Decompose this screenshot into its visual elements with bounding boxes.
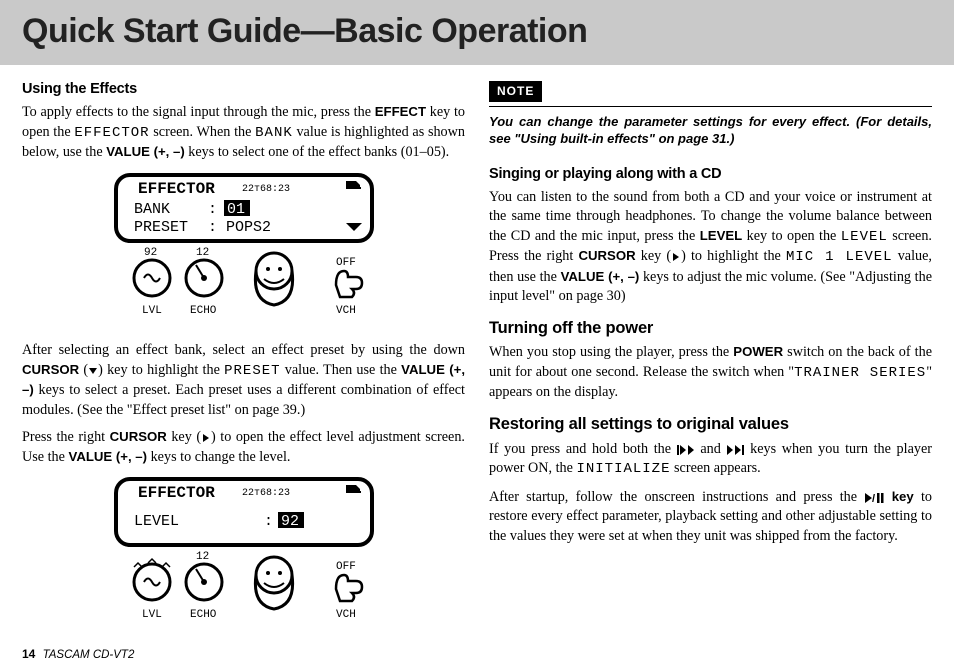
svg-text:OFF: OFF [336, 561, 356, 573]
content-columns: Using the Effects To apply effects to th… [0, 65, 954, 646]
note-divider [489, 106, 932, 107]
svg-text:ECHO: ECHO [190, 305, 217, 317]
svg-text:VCH: VCH [336, 305, 356, 317]
right-triangle-icon [671, 252, 681, 262]
svg-text:92: 92 [144, 247, 157, 259]
para-effects-3: Press the right CURSOR key () to open th… [22, 428, 465, 467]
play-pause-icon: / [864, 493, 884, 503]
left-column: Using the Effects To apply effects to th… [22, 79, 465, 646]
lcd-bank: BANK [255, 125, 293, 141]
lcd-mic-level: MIC 1 LEVEL [786, 249, 893, 265]
skip-forward-icon [726, 445, 744, 455]
para-restore-2: After startup, follow the onscreen instr… [489, 488, 932, 547]
effector-screen-2: EFFECTOR 22т68:23 LEVEL : 92 12 [114, 477, 374, 634]
svg-text:22т68:23: 22т68:23 [242, 184, 290, 195]
svg-text::: : [208, 219, 217, 236]
svg-text:LVL: LVL [142, 609, 162, 621]
para-singing: You can listen to the sound from both a … [489, 188, 932, 307]
svg-text:/: / [872, 493, 875, 503]
product-name: TASCAM CD-VT2 [43, 649, 135, 661]
svg-text:BANK: BANK [134, 201, 170, 218]
right-triangle-icon [201, 433, 211, 443]
skip-back-icon [677, 445, 695, 455]
svg-text:01: 01 [227, 201, 245, 218]
key-power: POWER [733, 344, 783, 359]
svg-text:22т68:23: 22т68:23 [242, 488, 290, 499]
svg-text::: : [264, 513, 273, 530]
note-tag: NOTE [489, 81, 542, 102]
para-restore-1: If you press and hold both the and keys … [489, 440, 932, 480]
page-title-bar: Quick Start Guide—Basic Operation [0, 0, 954, 65]
svg-text:ECHO: ECHO [190, 609, 217, 621]
svg-text:PRESET: PRESET [134, 219, 188, 236]
lcd-initialize: INITIALIZE [576, 461, 670, 477]
svg-text:EFFECTOR: EFFECTOR [138, 484, 215, 502]
down-triangle-icon [88, 366, 98, 376]
lcd-preset: PRESET [224, 363, 280, 379]
svg-text:POPS2: POPS2 [226, 219, 271, 236]
svg-text:EFFECTOR: EFFECTOR [138, 180, 215, 198]
lcd-level: LEVEL [841, 229, 888, 245]
lcd-trainer: TRAINER SERIES [794, 365, 926, 381]
key-effect: EFFECT [375, 104, 426, 119]
lcd-effector: EFFECTOR [74, 125, 149, 141]
para-power: When you stop using the player, press th… [489, 343, 932, 403]
page-footer: 14 TASCAM CD-VT2 [22, 647, 134, 661]
svg-text::: : [208, 201, 217, 218]
svg-text:VCH: VCH [336, 609, 356, 621]
svg-text:LEVEL: LEVEL [134, 513, 179, 530]
key-value: VALUE (+, –) [106, 144, 185, 159]
page-number: 14 [22, 647, 35, 661]
svg-text:LVL: LVL [142, 305, 162, 317]
right-column: NOTE You can change the parameter settin… [489, 79, 932, 646]
heading-power: Turning off the power [489, 317, 932, 340]
effector-screen-1: EFFECTOR 22т68:23 BANK : 01 PRESET : POP… [114, 173, 374, 330]
svg-text:92: 92 [281, 513, 299, 530]
key-cursor-right: CURSOR [110, 429, 167, 444]
heading-using-effects: Using the Effects [22, 79, 465, 99]
key-level: LEVEL [700, 228, 743, 243]
svg-text:OFF: OFF [336, 257, 356, 269]
heading-restore: Restoring all settings to original value… [489, 413, 932, 436]
svg-text:12: 12 [196, 551, 209, 563]
heading-singing: Singing or playing along with a CD [489, 164, 932, 184]
note-text: You can change the parameter settings fo… [489, 113, 932, 148]
para-effects-1: To apply effects to the signal input thr… [22, 103, 465, 163]
page-title: Quick Start Guide—Basic Operation [22, 12, 932, 51]
para-effects-2: After selecting an effect bank, select a… [22, 341, 465, 420]
key-cursor-down: CURSOR [22, 362, 79, 377]
svg-text:12: 12 [196, 247, 209, 259]
